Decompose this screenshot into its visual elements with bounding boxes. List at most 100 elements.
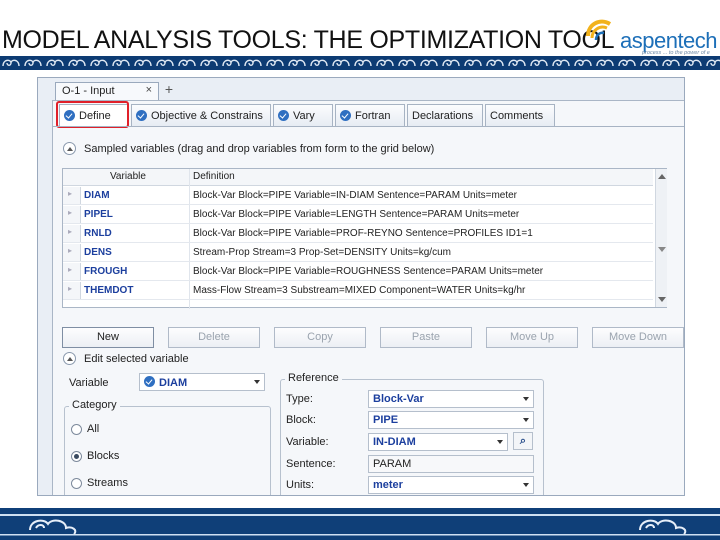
scroll-marker-icon <box>658 247 666 252</box>
top-decorative-band <box>0 56 720 70</box>
check-icon <box>136 110 147 121</box>
row-variable: PIPEL <box>84 209 113 220</box>
input-form: Define Objective & Constrains Vary Fortr… <box>52 100 684 495</box>
doc-tab-input[interactable]: O-1 - Input × <box>55 82 159 100</box>
variable-select-value: DIAM <box>159 377 188 389</box>
define-tab-highlight <box>56 101 129 128</box>
column-header-variable: Variable <box>110 171 146 182</box>
form-tabs: Define Objective & Constrains Vary Fortr… <box>59 104 557 126</box>
new-tab-plus-icon[interactable]: + <box>162 82 176 98</box>
reference-group: Reference Type: Block-Var Block: PIPE Va… <box>280 372 544 495</box>
grid-scrollbar[interactable] <box>655 169 667 307</box>
cloud-ornament-icon <box>0 514 720 536</box>
edit-variable-heading: Edit selected variable <box>84 352 189 365</box>
row-selector[interactable] <box>63 244 81 261</box>
row-variable: DIAM <box>84 190 110 201</box>
block-select[interactable]: PIPE <box>368 411 534 429</box>
row-selector[interactable] <box>63 282 81 299</box>
reference-variable-label: Variable: <box>286 436 329 448</box>
radio-circle[interactable] <box>71 477 82 489</box>
sentence-value: PARAM <box>373 458 412 470</box>
tab-fortran[interactable]: Fortran <box>335 104 405 126</box>
row-definition: Block-Var Block=PIPE Variable=LENGTH Sen… <box>193 209 520 220</box>
close-icon[interactable]: × <box>146 84 152 96</box>
category-legend: Category <box>69 399 120 411</box>
copy-button[interactable]: Copy <box>274 327 366 348</box>
units-value: meter <box>373 479 403 491</box>
units-label: Units: <box>286 479 315 491</box>
tab-objective-constraints[interactable]: Objective & Constrains <box>131 104 271 126</box>
block-label: Block: <box>286 414 316 426</box>
move-up-button[interactable]: Move Up <box>486 327 578 348</box>
table-row[interactable]: PIPEL Block-Var Block=PIPE Variable=LENGT… <box>63 206 653 224</box>
type-label: Type: <box>286 393 313 405</box>
row-variable: RNLD <box>84 228 112 239</box>
row-selector[interactable] <box>63 206 81 223</box>
type-select[interactable]: Block-Var <box>368 390 534 408</box>
radio-label: Streams <box>87 477 128 489</box>
variable-label: Variable <box>69 377 109 389</box>
radio-circle[interactable] <box>71 450 82 462</box>
radio-streams[interactable]: Streams <box>71 477 128 489</box>
collapse-icon[interactable] <box>63 352 76 365</box>
paste-button[interactable]: Paste <box>380 327 472 348</box>
sampled-variables-heading: Sampled variables (drag and drop variabl… <box>84 142 435 155</box>
app-window: O-1 - Input × + Define Objective & Const… <box>37 77 685 496</box>
tab-vary[interactable]: Vary <box>273 104 333 126</box>
row-variable: FROUGH <box>84 266 128 277</box>
category-group: Category All Blocks Streams <box>64 399 271 495</box>
edit-variable-header[interactable]: Edit selected variable <box>63 352 189 365</box>
check-icon <box>278 110 289 121</box>
move-down-button[interactable]: Move Down <box>592 327 684 348</box>
table-row[interactable]: FROUGH Block-Var Block=PIPE Variable=ROUG… <box>63 263 653 281</box>
row-definition: Block-Var Block=PIPE Variable=IN-DIAM Se… <box>193 190 518 201</box>
check-icon <box>340 110 351 121</box>
radio-blocks[interactable]: Blocks <box>71 450 119 462</box>
units-select[interactable]: meter <box>368 476 534 494</box>
logo-swoosh-icon <box>586 19 612 41</box>
type-value: Block-Var <box>373 393 424 405</box>
radio-label: All <box>87 423 100 435</box>
bottom-decorative-band <box>0 508 720 540</box>
grid-header: Variable Definition <box>63 169 653 186</box>
tab-declarations[interactable]: Declarations <box>407 104 483 126</box>
column-header-definition: Definition <box>193 171 235 182</box>
table-row[interactable]: DIAM Block-Var Block=PIPE Variable=IN-DIA… <box>63 187 653 205</box>
delete-button[interactable]: Delete <box>168 327 260 348</box>
radio-circle[interactable] <box>71 423 82 435</box>
table-row[interactable]: RNLD Block-Var Block=PIPE Variable=PROF-R… <box>63 225 653 243</box>
radio-all[interactable]: All <box>71 423 99 435</box>
table-row[interactable]: DENS Stream-Prop Stream=3 Prop-Set=DENSIT… <box>63 244 653 262</box>
variable-select[interactable]: DIAM <box>139 373 265 391</box>
row-selector[interactable] <box>63 187 81 204</box>
band-pattern-icon <box>0 56 720 70</box>
new-button[interactable]: New <box>62 327 154 348</box>
row-variable: THEMDOT <box>84 285 134 296</box>
row-definition: Mass-Flow Stream=3 Substream=MIXED Compo… <box>193 285 526 296</box>
sentence-field[interactable]: PARAM <box>368 455 534 473</box>
sampled-variables-header[interactable]: Sampled variables (drag and drop variabl… <box>63 142 434 155</box>
reference-variable-value: IN-DIAM <box>373 436 416 448</box>
row-selector[interactable] <box>63 225 81 242</box>
radio-label: Blocks <box>87 450 120 462</box>
chevron-down-icon[interactable] <box>497 440 503 444</box>
collapse-icon[interactable] <box>63 142 76 155</box>
sampled-variables-grid[interactable]: Variable Definition DIAM Block-Var Block=… <box>62 168 667 309</box>
chevron-down-icon[interactable] <box>523 397 529 401</box>
table-row[interactable]: THEMDOT Mass-Flow Stream=3 Substream=MIXE… <box>63 282 653 300</box>
row-definition: Stream-Prop Stream=3 Prop-Set=DENSITY Un… <box>193 247 451 258</box>
aspentech-logo: aspentech process ... to the power of e <box>584 12 718 60</box>
sentence-label: Sentence: <box>286 458 336 470</box>
chevron-down-icon[interactable] <box>523 418 529 422</box>
chevron-down-icon[interactable] <box>523 483 529 487</box>
row-selector[interactable] <box>63 263 81 280</box>
reference-variable-select[interactable]: IN-DIAM <box>368 433 508 451</box>
row-definition: Block-Var Block=PIPE Variable=ROUGHNESS … <box>193 266 544 277</box>
slide-title: MODEL ANALYSIS TOOLS: THE OPTIMIZATION T… <box>2 26 615 54</box>
tabs-divider <box>53 126 684 127</box>
scroll-down-icon[interactable] <box>658 297 666 302</box>
tab-comments[interactable]: Comments <box>485 104 555 126</box>
scroll-up-icon[interactable] <box>658 174 666 179</box>
variable-search-icon[interactable]: ⌕ <box>513 432 533 450</box>
chevron-down-icon[interactable] <box>254 380 260 384</box>
